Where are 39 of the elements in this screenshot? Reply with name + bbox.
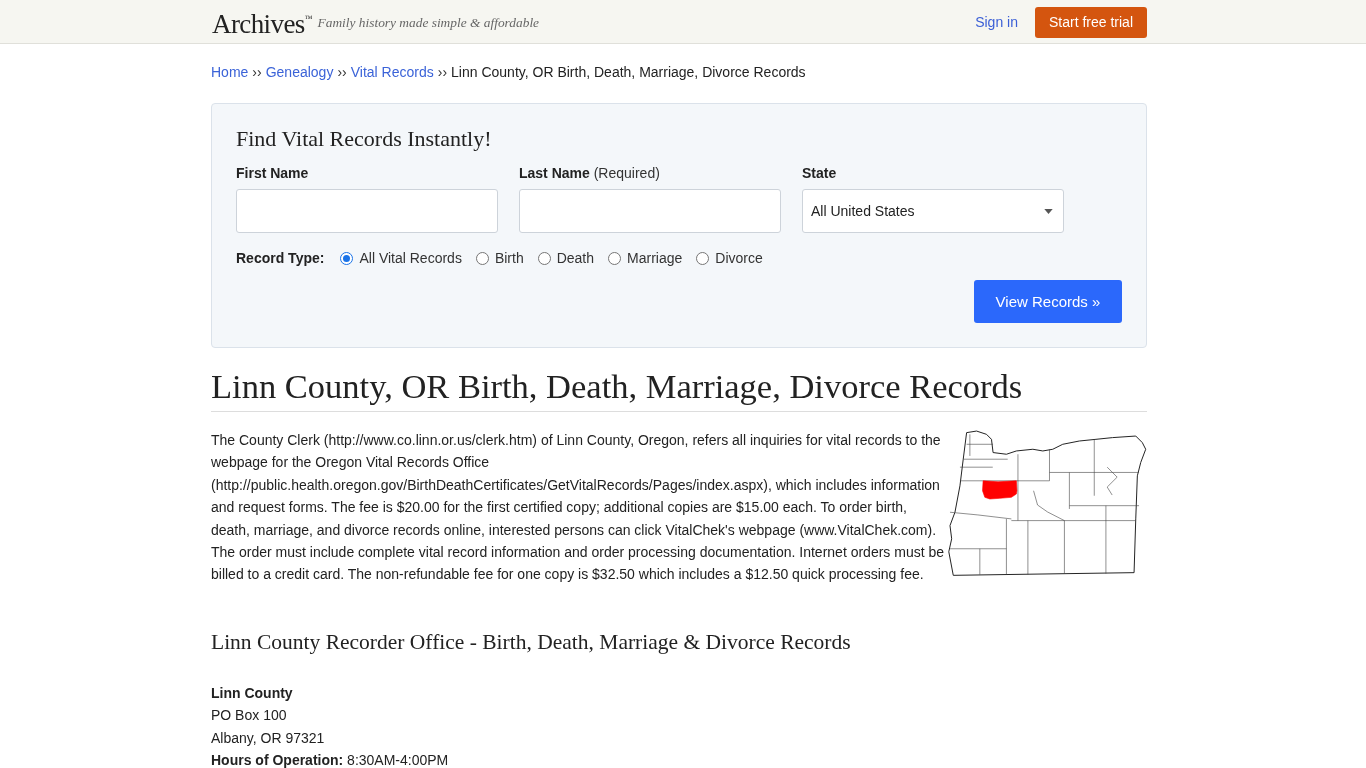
radio-label[interactable]: Divorce bbox=[715, 249, 763, 267]
radio-label[interactable]: Marriage bbox=[627, 249, 683, 267]
site-logo[interactable]: Archives$^{™}$ bbox=[212, 4, 313, 39]
page-title: Linn County, OR Birth, Death, Marriage, Divorce Records bbox=[211, 366, 1147, 412]
breadcrumb-current: Linn County, OR Birth, Death, Marriage, Divorce Records bbox=[451, 63, 806, 82]
search-title: Find Vital Records Instantly! bbox=[236, 126, 493, 152]
radio-label[interactable]: Death bbox=[556, 249, 595, 267]
breadcrumb-link[interactable]: Vital Records bbox=[350, 62, 434, 82]
record-type-label: Record Type: bbox=[236, 249, 325, 267]
field-label: First Name bbox=[236, 164, 310, 182]
address-line: PO Box 100 bbox=[211, 706, 288, 726]
office-name: Linn County bbox=[211, 683, 294, 703]
highlighted-county bbox=[982, 480, 1018, 500]
radio-button[interactable] bbox=[537, 251, 551, 265]
view-records-button[interactable]: View Records » bbox=[974, 280, 1122, 323]
intro-paragraph: The County Clerk (http://www.co.linn.or.us/clerk.htm) of Linn County, Oregon, refers all inquiries for vital records to the webpage for the Oregon Vital Records Office (http://public.health.oregon.gov/BirthDeathCertificates/GetVitalRecords/Pages/index.aspx), which includes information and request forms. The fee is $20.00 for the first certified copy; additional copies are $15.00 each. To order birth, death, marriage, and divorce records online, interested persons can click VitalChek's webpage (www.VitalChek.com). The order must include complete vital record information and order processing documentation. Internet orders must be billed to a credit card. The non-refundable fee for one copy is $32.50 which includes a $12.50 quick processing fee. bbox=[211, 431, 946, 585]
radio-button[interactable] bbox=[340, 251, 354, 265]
section-title: Linn County Recorder Office - Birth, Death, Marriage & Divorce Records bbox=[211, 628, 852, 655]
office-hours: Hours of Operation: 8:30AM-4:00PM bbox=[211, 751, 450, 768]
site-tagline: Family history made simple & affordable bbox=[317, 15, 540, 31]
sign-in-link[interactable]: Sign in bbox=[975, 13, 1018, 30]
breadcrumb-separator: ›› bbox=[337, 63, 347, 82]
caret-icon bbox=[1044, 208, 1053, 214]
state-select[interactable]: All United States bbox=[802, 189, 1064, 233]
start-trial-button[interactable]: Start free trial bbox=[1034, 6, 1147, 38]
radio-button[interactable] bbox=[696, 251, 710, 265]
field-label: Last Name (Required) bbox=[519, 164, 661, 182]
radio-label[interactable]: Birth bbox=[494, 249, 524, 267]
breadcrumb-separator: ›› bbox=[252, 63, 262, 82]
name-input-field[interactable] bbox=[236, 189, 498, 233]
name-input-field[interactable] bbox=[519, 189, 781, 233]
breadcrumb-separator: ›› bbox=[437, 63, 448, 82]
radio-button[interactable] bbox=[608, 251, 622, 265]
breadcrumb-link[interactable]: Home bbox=[211, 62, 249, 82]
address-line: Albany, OR 97321 bbox=[211, 728, 326, 748]
breadcrumb-link[interactable]: Genealogy bbox=[265, 62, 334, 82]
radio-button[interactable] bbox=[475, 251, 489, 265]
field-label: State bbox=[802, 164, 838, 182]
radio-label[interactable]: All Vital Records bbox=[359, 249, 462, 267]
